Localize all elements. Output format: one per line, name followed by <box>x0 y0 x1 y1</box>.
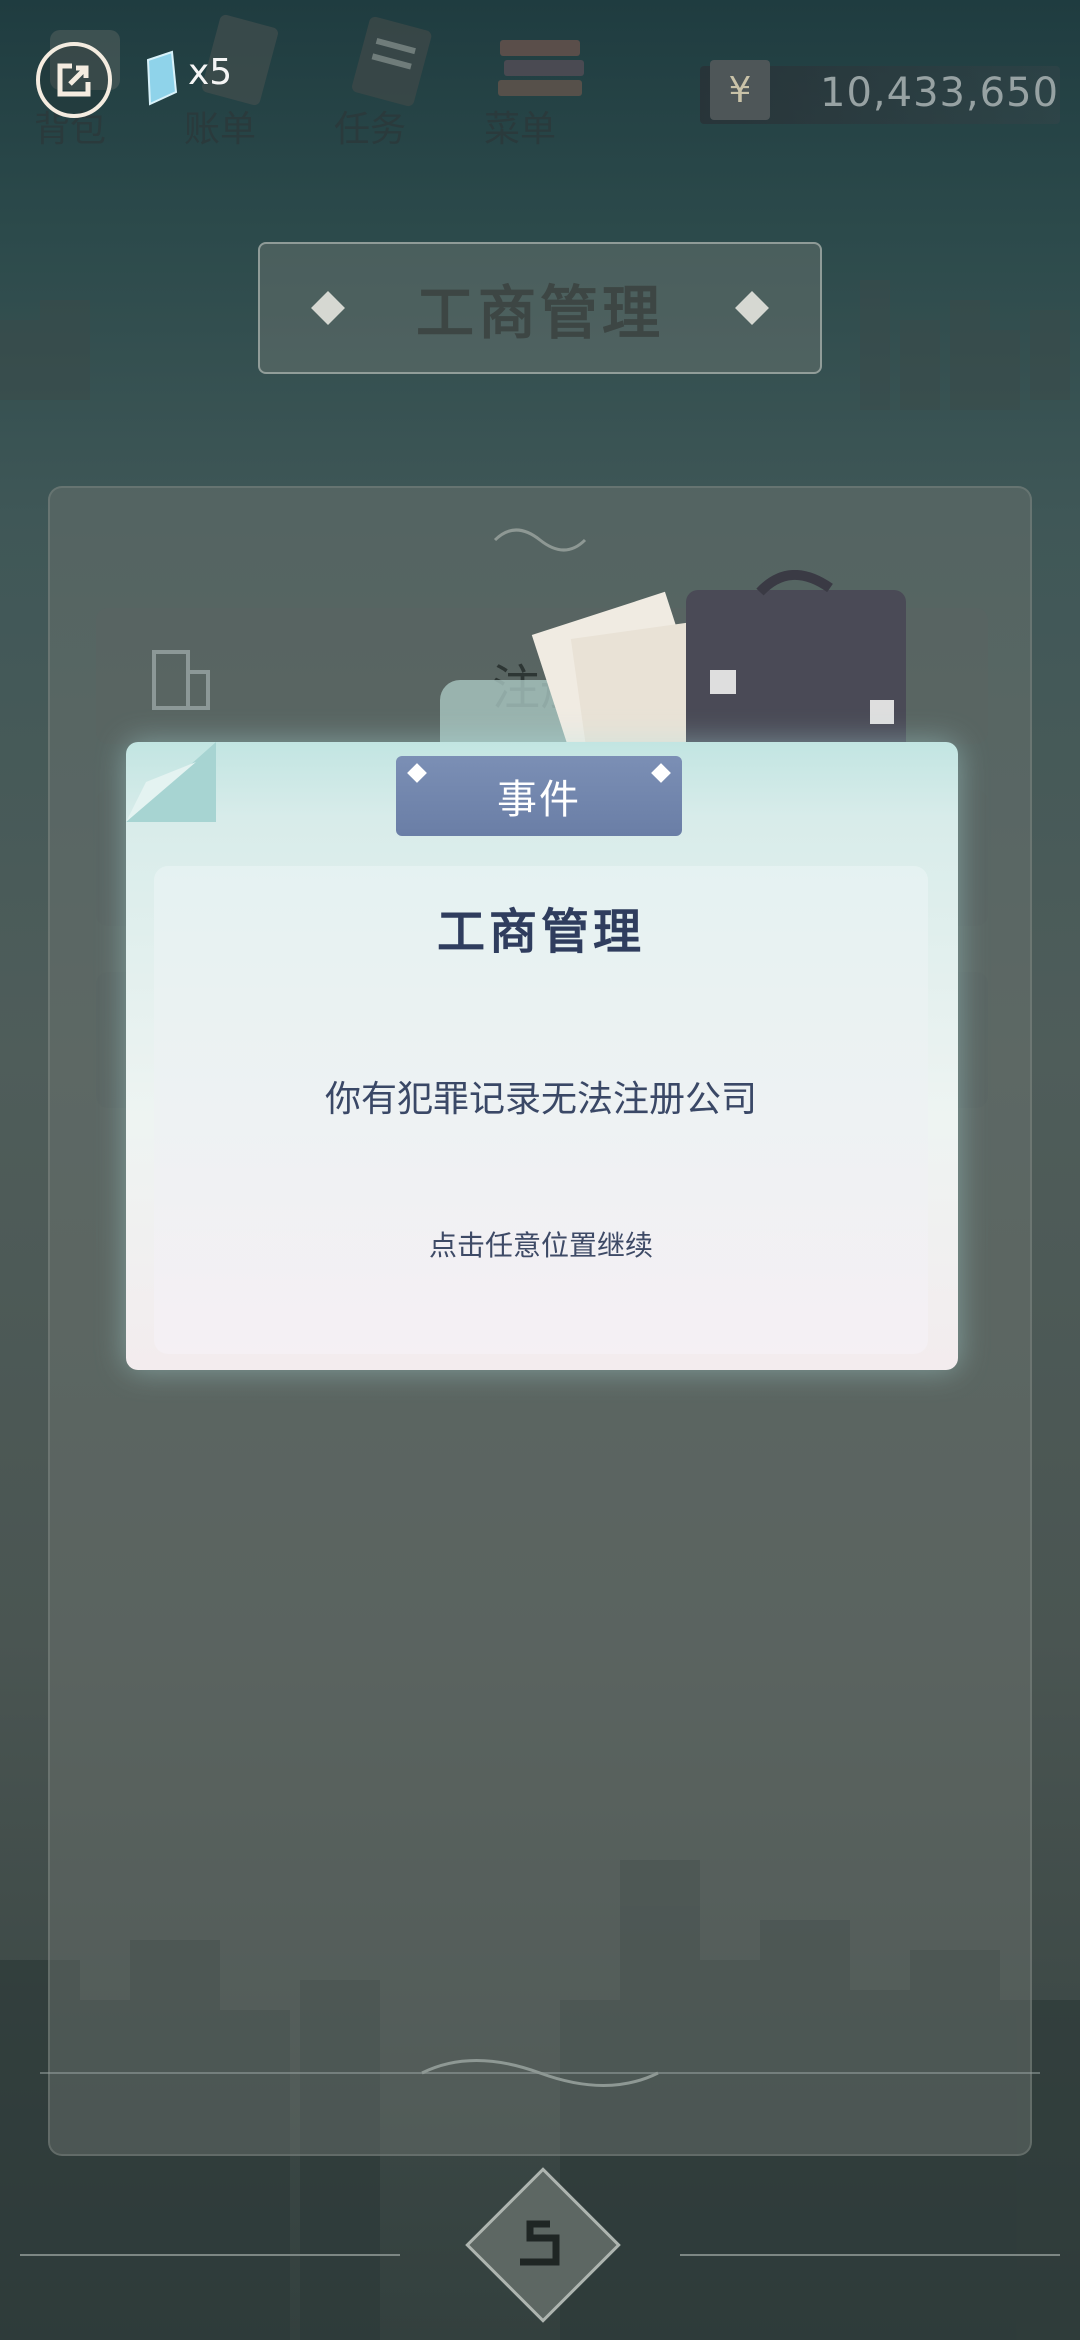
page-title: 工商管理 <box>415 279 664 347</box>
modal-message: 你有犯罪记录无法注册公司 <box>324 1079 757 1120</box>
modal-corner-fold <box>126 742 216 822</box>
page-title-plate: 工商管理 <box>258 242 822 374</box>
tab-diamond-left-icon <box>407 763 427 783</box>
back-arrow-icon <box>520 2220 560 2266</box>
yen-icon: ¥ <box>710 60 770 120</box>
modal-continue-hint: 点击任意位置继续 <box>428 1229 653 1262</box>
plate-diamond-left-icon <box>311 291 345 325</box>
diamond-icon <box>146 50 178 106</box>
tab-diamond-right-icon <box>651 763 671 783</box>
modal-tab-label: 事件 <box>497 777 581 823</box>
money-value: 10,433,650 <box>820 70 1060 116</box>
building-icon <box>152 650 210 710</box>
ornament-bottom-icon <box>421 2059 659 2087</box>
topbar-label-menu[interactable]: 菜单 <box>484 100 556 152</box>
share-exit-button[interactable] <box>36 42 112 118</box>
topbar-label-bill[interactable]: 账单 <box>184 100 256 152</box>
plate-diamond-right-icon <box>735 291 769 325</box>
top-bar: 背包 账单 任务 菜单 x5 ¥ 10,433,650 <box>0 0 1080 160</box>
modal-tab: 事件 <box>396 756 682 836</box>
topbar-label-task[interactable]: 任务 <box>334 100 406 152</box>
diamond-count: x5 <box>188 52 233 93</box>
ornament-top-icon <box>493 528 587 552</box>
modal-title: 工商管理 <box>436 904 645 960</box>
share-exit-icon <box>57 63 91 97</box>
